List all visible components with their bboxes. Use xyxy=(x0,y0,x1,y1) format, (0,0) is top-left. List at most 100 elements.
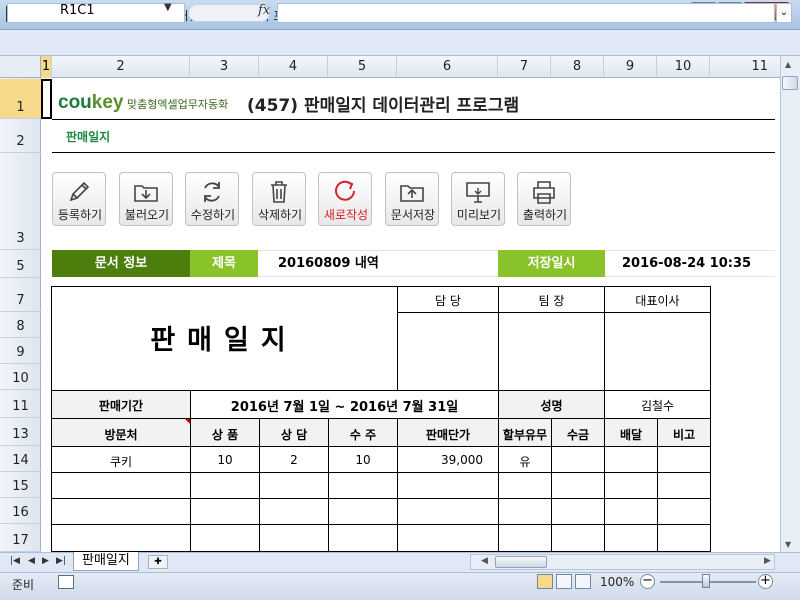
table-cell[interactable] xyxy=(397,524,499,552)
row-header[interactable]: 5 xyxy=(0,250,41,278)
table-cell[interactable] xyxy=(190,524,260,552)
scroll-left-icon[interactable]: ◀ xyxy=(481,556,488,566)
scroll-right-icon[interactable]: ▶ xyxy=(764,556,771,566)
row-header[interactable]: 7 xyxy=(0,286,41,312)
zoom-out-icon[interactable]: − xyxy=(640,574,655,589)
table-cell[interactable] xyxy=(328,472,398,499)
page-layout-view-icon[interactable] xyxy=(556,574,572,589)
table-cell[interactable] xyxy=(604,524,658,552)
column-header[interactable]: 8 xyxy=(551,56,604,78)
save-document-button[interactable]: 문서저장 xyxy=(385,172,439,226)
table-cell[interactable] xyxy=(259,472,329,499)
scroll-down-icon[interactable]: ▼ xyxy=(785,540,791,549)
insert-sheet-icon[interactable]: ✚ xyxy=(148,555,168,569)
first-sheet-icon[interactable]: |◀ xyxy=(10,556,20,566)
expand-formula-bar-icon[interactable]: ⌄ xyxy=(776,3,792,23)
row-header[interactable]: 8 xyxy=(0,312,41,338)
prev-sheet-icon[interactable]: ◀ xyxy=(28,556,35,566)
edit-button[interactable]: 수정하기 xyxy=(185,172,239,226)
saved-at-value[interactable]: 2016-08-24 10:35 xyxy=(605,250,775,277)
vertical-scroll-thumb[interactable] xyxy=(782,76,798,90)
page-break-view-icon[interactable] xyxy=(575,574,591,589)
macro-record-icon[interactable] xyxy=(58,575,74,589)
column-header[interactable]: 11 xyxy=(710,56,780,78)
row-header[interactable]: 2 xyxy=(0,119,41,153)
row-header[interactable]: 9 xyxy=(0,338,41,364)
zoom-in-icon[interactable]: + xyxy=(758,574,773,589)
table-cell[interactable] xyxy=(190,498,260,525)
table-cell[interactable] xyxy=(51,498,191,525)
table-cell[interactable] xyxy=(657,472,711,499)
period-value: 2016년 7월 1일 ~ 2016년 7월 31일 xyxy=(230,400,459,415)
table-cell[interactable] xyxy=(551,446,605,473)
table-cell[interactable] xyxy=(657,498,711,525)
table-cell[interactable] xyxy=(657,446,711,473)
chevron-down-icon[interactable]: ▼ xyxy=(164,2,172,13)
table-cell[interactable] xyxy=(397,472,499,499)
comment-indicator[interactable] xyxy=(185,419,190,424)
active-cell[interactable] xyxy=(41,79,52,119)
sheet-tab-sales-log[interactable]: 판매일지 xyxy=(73,552,139,571)
column-header[interactable]: 3 xyxy=(190,56,259,78)
title-value[interactable]: 20160809 내역 xyxy=(258,250,498,277)
table-cell[interactable] xyxy=(551,524,605,552)
approval-sign-cell[interactable] xyxy=(604,312,711,391)
print-button[interactable]: 출력하기 xyxy=(517,172,571,226)
approval-sign-cell[interactable] xyxy=(498,312,605,391)
row-header[interactable]: 10 xyxy=(0,364,41,390)
row-header[interactable]: 11 xyxy=(0,390,41,418)
table-cell[interactable] xyxy=(51,524,191,552)
formula-input[interactable] xyxy=(277,3,775,23)
table-cell[interactable] xyxy=(604,446,658,473)
row-header[interactable]: 14 xyxy=(0,446,41,472)
next-sheet-icon[interactable]: ▶ xyxy=(42,556,49,566)
row-header[interactable]: 13 xyxy=(0,418,41,446)
column-header[interactable]: 1 xyxy=(41,56,52,78)
load-button-label: 불러오기 xyxy=(124,208,170,222)
table-cell[interactable] xyxy=(328,524,398,552)
table-cell[interactable] xyxy=(259,524,329,552)
row-header[interactable]: 15 xyxy=(0,472,41,498)
table-cell[interactable] xyxy=(397,498,499,525)
horizontal-scroll-thumb[interactable] xyxy=(495,556,547,568)
column-header[interactable]: 4 xyxy=(259,56,328,78)
column-header[interactable]: 5 xyxy=(328,56,397,78)
table-cell[interactable] xyxy=(551,472,605,499)
table-cell[interactable] xyxy=(190,472,260,499)
zoom-slider-thumb[interactable] xyxy=(702,574,710,588)
table-cell[interactable] xyxy=(498,524,552,552)
table-cell[interactable] xyxy=(259,498,329,525)
row-header[interactable]: 3 xyxy=(0,153,41,250)
scroll-up-icon[interactable]: ▲ xyxy=(785,60,791,69)
normal-view-icon[interactable] xyxy=(537,574,553,589)
new-document-button[interactable]: 새로작성 xyxy=(318,172,372,226)
name-box[interactable] xyxy=(7,3,185,23)
delete-button[interactable]: 삭제하기 xyxy=(252,172,306,226)
vertical-scrollbar[interactable] xyxy=(780,56,800,552)
load-button[interactable]: 불러오기 xyxy=(119,172,173,226)
table-cell[interactable] xyxy=(604,472,658,499)
table-cell[interactable] xyxy=(604,498,658,525)
row-header[interactable]: 17 xyxy=(0,524,41,552)
select-all-corner[interactable] xyxy=(0,56,41,78)
column-header[interactable]: 10 xyxy=(657,56,710,78)
row-header[interactable]: 1 xyxy=(0,79,41,119)
table-cell[interactable] xyxy=(551,498,605,525)
table-cell[interactable] xyxy=(657,524,711,552)
zoom-level[interactable]: 100% xyxy=(600,575,634,589)
preview-button[interactable]: 미리보기 xyxy=(451,172,505,226)
table-cell[interactable] xyxy=(328,498,398,525)
table-cell[interactable] xyxy=(498,472,552,499)
approval-sign-cell[interactable] xyxy=(397,312,499,391)
row-header[interactable]: 16 xyxy=(0,498,41,524)
register-button[interactable]: 등록하기 xyxy=(52,172,106,226)
column-header[interactable]: 9 xyxy=(604,56,657,78)
column-header[interactable]: 2 xyxy=(52,56,190,78)
table-cell-text: 2 xyxy=(290,453,298,467)
table-cell[interactable] xyxy=(51,472,191,499)
column-header[interactable]: 6 xyxy=(397,56,498,78)
last-sheet-icon[interactable]: ▶| xyxy=(56,556,66,566)
table-cell[interactable] xyxy=(498,498,552,525)
column-header[interactable]: 7 xyxy=(498,56,551,78)
insert-function-icon[interactable]: fx xyxy=(258,3,270,18)
